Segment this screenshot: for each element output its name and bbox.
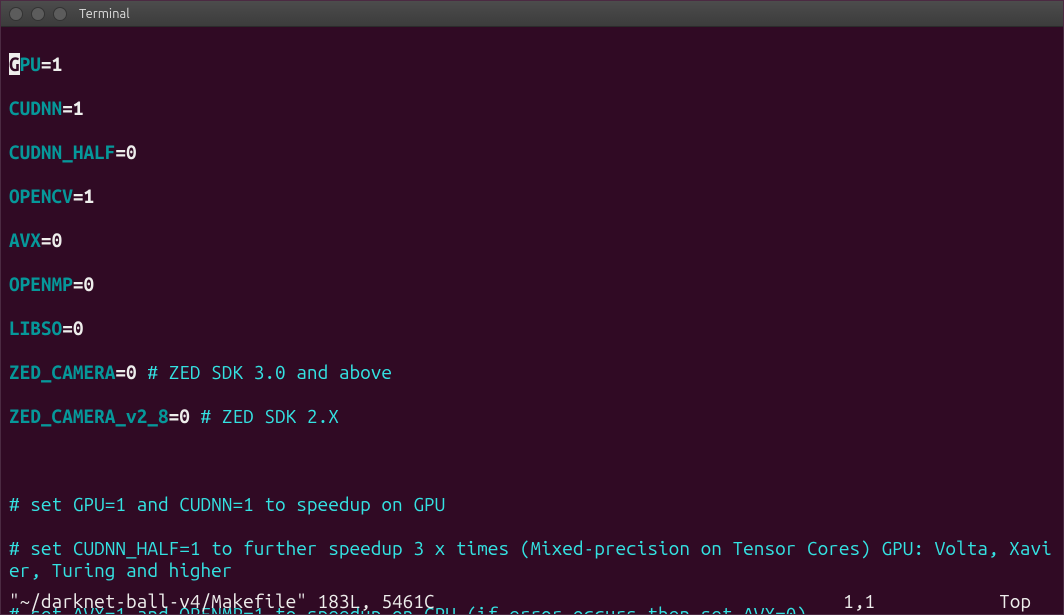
line-cudnn-half: CUDNN_HALF=0 xyxy=(9,141,1055,163)
close-icon[interactable] xyxy=(9,7,23,21)
line-gpu: GPU=1 xyxy=(9,53,1055,75)
comment-zed: # ZED SDK 3.0 and above xyxy=(147,361,392,383)
status-position: 1,1 xyxy=(843,590,875,612)
line-cudnn: CUDNN=1 xyxy=(9,97,1055,119)
comment-2: # set CUDNN_HALF=1 to further speedup 3 … xyxy=(9,537,1055,581)
comment-zed28: # ZED SDK 2.X xyxy=(201,405,339,427)
titlebar: Terminal xyxy=(1,1,1063,27)
val-avx: 0 xyxy=(52,229,63,251)
line-zed: ZED_CAMERA=0 # ZED SDK 3.0 and above xyxy=(9,361,1055,383)
line-zed28: ZED_CAMERA_v2_8=0 # ZED SDK 2.X xyxy=(9,405,1055,427)
var-cudnn: CUDNN xyxy=(9,97,62,119)
terminal-body[interactable]: GPU=1 CUDNN=1 CUDNN_HALF=0 OPENCV=1 AVX=… xyxy=(1,27,1063,614)
terminal-window: Terminal GPU=1 CUDNN=1 CUDNN_HALF=0 OPEN… xyxy=(0,0,1064,615)
cursor: G xyxy=(9,53,20,75)
val-zed28: 0 xyxy=(179,405,190,427)
var-gpu: PU xyxy=(20,53,41,75)
window-title: Terminal xyxy=(79,7,130,21)
vim-status-line: "~/darknet-ball-v4/Makefile" 183L, 5461C… xyxy=(9,590,1055,612)
val-opencv: 1 xyxy=(83,185,94,207)
status-scroll: Top xyxy=(999,590,1031,612)
val-cudnn-half: 0 xyxy=(126,141,137,163)
minimize-icon[interactable] xyxy=(31,7,45,21)
var-zed: ZED_CAMERA xyxy=(9,361,115,383)
val-openmp: 0 xyxy=(83,273,94,295)
var-zed28: ZED_CAMERA_v2_8 xyxy=(9,405,169,427)
val-gpu: 1 xyxy=(52,53,63,75)
var-cudnn-half: CUDNN_HALF xyxy=(9,141,115,163)
line-avx: AVX=0 xyxy=(9,229,1055,251)
line-opencv: OPENCV=1 xyxy=(9,185,1055,207)
val-zed: 0 xyxy=(126,361,137,383)
line-libso: LIBSO=0 xyxy=(9,317,1055,339)
var-avx: AVX xyxy=(9,229,41,251)
var-libso: LIBSO xyxy=(9,317,62,339)
blank-1 xyxy=(9,449,1055,471)
status-file: "~/darknet-ball-v4/Makefile" 183L, 5461C xyxy=(9,590,435,612)
maximize-icon[interactable] xyxy=(53,7,67,21)
var-opencv: OPENCV xyxy=(9,185,73,207)
comment-1: # set GPU=1 and CUDNN=1 to speedup on GP… xyxy=(9,493,1055,515)
line-openmp: OPENMP=0 xyxy=(9,273,1055,295)
var-openmp: OPENMP xyxy=(9,273,73,295)
val-cudnn: 1 xyxy=(73,97,84,119)
val-libso: 0 xyxy=(73,317,84,339)
